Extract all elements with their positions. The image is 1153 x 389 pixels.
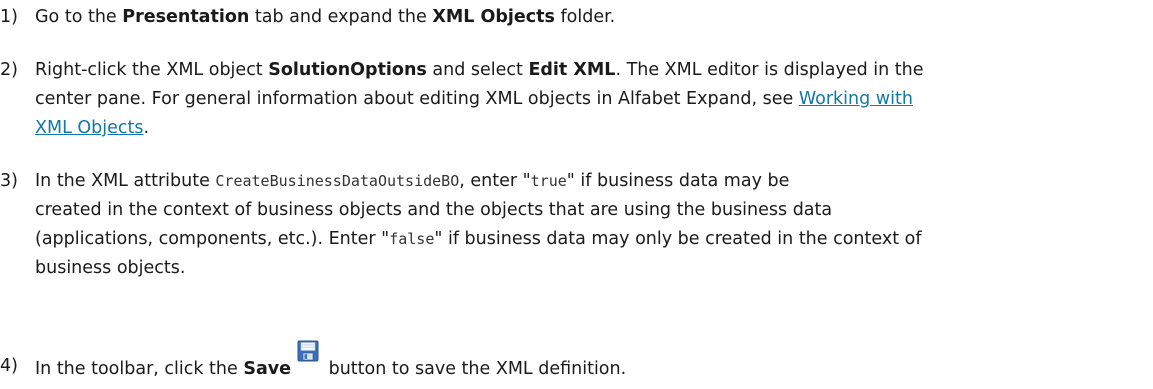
step-text-segment: center pane. For general information abo…	[35, 89, 799, 109]
step-text: In the XML attribute CreateBusinessDataO…	[35, 167, 1153, 283]
step-number: 2)	[0, 60, 18, 80]
step-text-segment: In the XML attribute	[35, 171, 216, 191]
step-text: In the toolbar, click the Save button to…	[35, 340, 1153, 381]
step-text-segment: and select	[426, 60, 529, 80]
step-text-segment: Right-click the XML object	[35, 60, 269, 80]
step-number: 1)	[0, 7, 18, 27]
step-number: 4)	[0, 356, 18, 376]
step-text-segment: created in the context of business objec…	[35, 200, 833, 220]
step-text-segment: . The XML editor is displayed in the	[615, 60, 924, 80]
edit-xml-command-name: Edit XML	[528, 60, 616, 80]
step-text-segment: (applications, components, etc.). Enter …	[35, 229, 390, 249]
step-number: 3)	[0, 171, 18, 191]
step-text-segment: business objects.	[35, 258, 186, 278]
step-text: Right-click the XML object SolutionOptio…	[35, 56, 1153, 143]
step-text-segment: button to save the XML definition.	[323, 359, 627, 379]
step-text-segment: " if business data may only be created i…	[434, 229, 922, 249]
step-text-segment: , enter "	[459, 171, 531, 191]
working-with-xml-objects-link[interactable]: Working with	[799, 89, 913, 109]
step-text-segment: " if business data may be	[566, 171, 790, 191]
save-icon	[297, 340, 319, 362]
step-text-segment: In the toolbar, click the	[35, 359, 244, 379]
xml-objects-folder-name: XML Objects	[432, 7, 555, 27]
presentation-tab-name: Presentation	[122, 7, 250, 27]
working-with-xml-objects-link[interactable]: XML Objects	[35, 118, 144, 138]
step-text: Go to the Presentation tab and expand th…	[35, 3, 1153, 32]
step-text-segment: tab and expand the	[249, 7, 433, 27]
step-text-segment: folder.	[554, 7, 616, 27]
step-text-segment: .	[143, 118, 150, 138]
solution-options-object-name: SolutionOptions	[268, 60, 427, 80]
false-value: false	[389, 230, 435, 248]
step-text-segment: Go to the	[35, 7, 123, 27]
true-value: true	[530, 172, 567, 190]
xml-attribute-name: CreateBusinessDataOutsideBO	[215, 172, 460, 190]
save-button-name: Save	[243, 359, 292, 379]
